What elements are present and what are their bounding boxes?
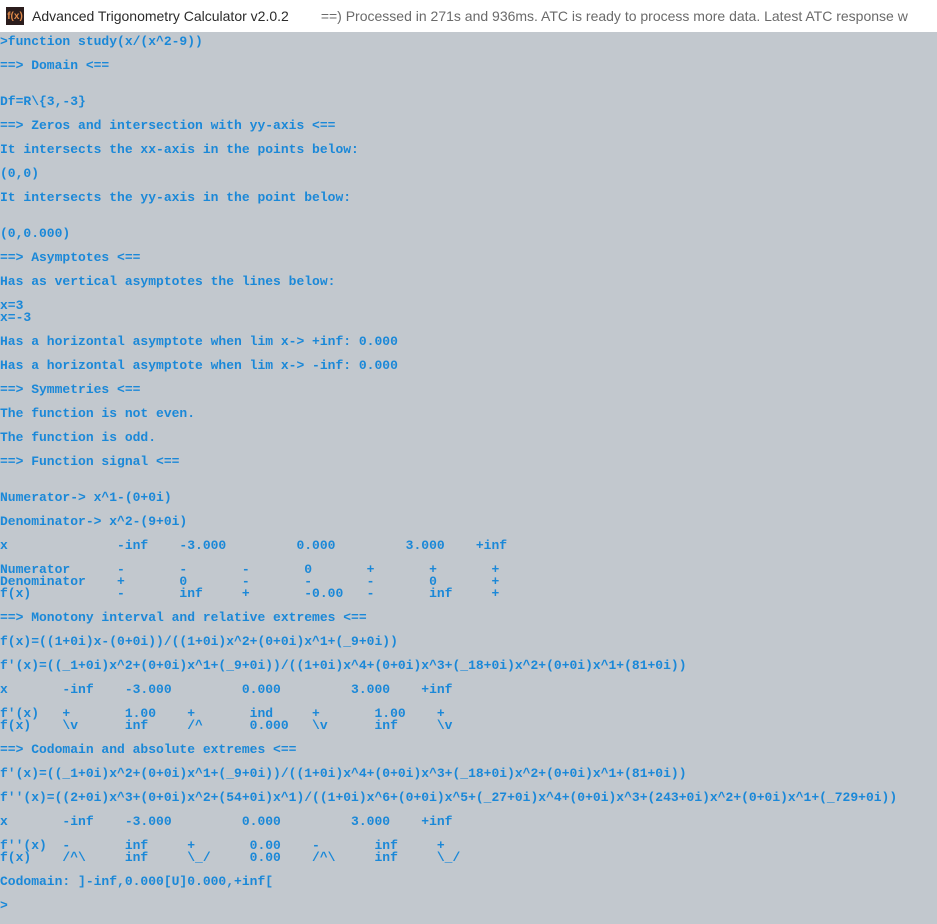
terminal-line: x -inf -3.000 0.000 3.000 +inf bbox=[0, 540, 937, 552]
terminal-line: ==> Monotony interval and relative extre… bbox=[0, 612, 937, 624]
terminal-line bbox=[0, 204, 937, 216]
terminal-line bbox=[0, 84, 937, 96]
terminal-line: ==> Function signal <== bbox=[0, 456, 937, 468]
terminal-output[interactable]: >function study(x/(x^2-9)) ==> Domain <==… bbox=[0, 32, 937, 924]
terminal-line bbox=[0, 48, 937, 60]
terminal-line: x=3 bbox=[0, 300, 937, 312]
terminal-line: ==> Asymptotes <== bbox=[0, 252, 937, 264]
terminal-line: Numerator-> x^1-(0+0i) bbox=[0, 492, 937, 504]
terminal-line: ==> Domain <== bbox=[0, 60, 937, 72]
terminal-line: x -inf -3.000 0.000 3.000 +inf bbox=[0, 684, 937, 696]
window-titlebar[interactable]: f(x) Advanced Trigonometry Calculator v2… bbox=[0, 0, 937, 32]
terminal-line: (0,0.000) bbox=[0, 228, 937, 240]
terminal-line: ==> Zeros and intersection with yy-axis … bbox=[0, 120, 937, 132]
terminal-line bbox=[0, 888, 937, 900]
terminal-line: x -inf -3.000 0.000 3.000 +inf bbox=[0, 816, 937, 828]
terminal-line: Codomain: ]-inf,0.000[U]0.000,+inf[ bbox=[0, 876, 937, 888]
terminal-line: f''(x)=((2+0i)x^3+(0+0i)x^2+(54+0i)x^1)/… bbox=[0, 792, 937, 804]
terminal-line: Has a horizontal asymptote when lim x-> … bbox=[0, 336, 937, 348]
terminal-line: f'(x)=((_1+0i)x^2+(0+0i)x^1+(_9+0i))/((1… bbox=[0, 660, 937, 672]
terminal-line bbox=[0, 468, 937, 480]
terminal-line: The function is odd. bbox=[0, 432, 937, 444]
terminal-line: ==> Symmetries <== bbox=[0, 384, 937, 396]
terminal-line: > bbox=[0, 900, 937, 912]
terminal-line: ==> Codomain and absolute extremes <== bbox=[0, 744, 937, 756]
terminal-line bbox=[0, 156, 937, 168]
terminal-line: f(x) /^\ inf \_/ 0.00 /^\ inf \_/ bbox=[0, 852, 937, 864]
terminal-line bbox=[0, 288, 937, 300]
terminal-line: Has a horizontal asymptote when lim x-> … bbox=[0, 360, 937, 372]
terminal-line: Denominator-> x^2-(9+0i) bbox=[0, 516, 937, 528]
terminal-line: (0,0) bbox=[0, 168, 937, 180]
terminal-line: f'(x)=((_1+0i)x^2+(0+0i)x^1+(_9+0i))/((1… bbox=[0, 768, 937, 780]
terminal-line bbox=[0, 372, 937, 384]
terminal-line bbox=[0, 216, 937, 228]
terminal-line: It intersects the yy-axis in the point b… bbox=[0, 192, 937, 204]
terminal-line: x=-3 bbox=[0, 312, 937, 324]
app-icon: f(x) bbox=[6, 7, 24, 25]
terminal-line: Has as vertical asymptotes the lines bel… bbox=[0, 276, 937, 288]
terminal-line: It intersects the xx-axis in the points … bbox=[0, 144, 937, 156]
terminal-line: Df=R\{3,-3} bbox=[0, 96, 937, 108]
terminal-line: The function is not even. bbox=[0, 408, 937, 420]
terminal-line bbox=[0, 72, 937, 84]
terminal-line bbox=[0, 240, 937, 252]
terminal-line: f(x) \v inf /^ 0.000 \v inf \v bbox=[0, 720, 937, 732]
terminal-line: f(x)=((1+0i)x-(0+0i))/((1+0i)x^2+(0+0i)x… bbox=[0, 636, 937, 648]
window-title: Advanced Trigonometry Calculator v2.0.2 bbox=[32, 8, 289, 24]
terminal-line: f(x) - inf + -0.00 - inf + bbox=[0, 588, 937, 600]
window-status: ==) Processed in 271s and 936ms. ATC is … bbox=[321, 8, 908, 24]
terminal-line: >function study(x/(x^2-9)) bbox=[0, 36, 937, 48]
